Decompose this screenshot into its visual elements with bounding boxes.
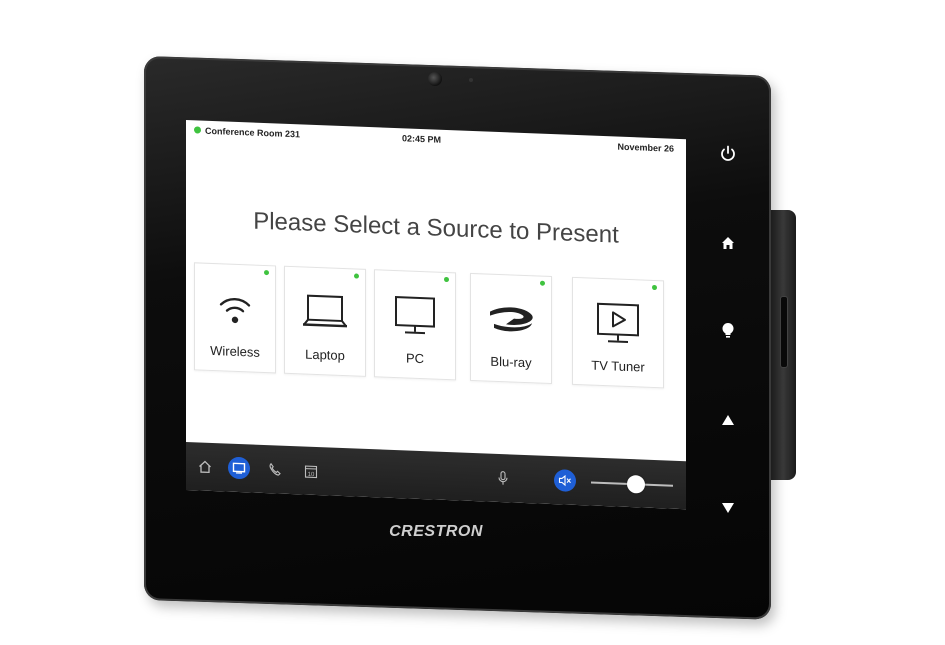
volume-slider-knob[interactable] <box>627 474 646 494</box>
touch-screen: Conference Room 231 02:45 PM November 26… <box>186 120 686 510</box>
phone-icon <box>269 462 281 476</box>
wifi-icon <box>219 297 251 324</box>
microphone-button[interactable] <box>492 467 514 490</box>
home-button[interactable] <box>194 455 216 478</box>
arrow-up-icon <box>722 415 734 425</box>
light-sensor <box>469 78 473 82</box>
source-label: PC <box>405 350 425 367</box>
source-status-dot <box>540 280 545 286</box>
lightbulb-icon <box>722 323 734 338</box>
lights-hardkey[interactable] <box>717 320 739 342</box>
monitor-icon <box>395 296 435 335</box>
bluray-icon <box>490 307 533 332</box>
source-status-dot <box>652 284 657 291</box>
mute-icon <box>558 474 571 487</box>
source-status-dot <box>354 273 359 279</box>
source-label: Blu-ray <box>490 353 532 371</box>
display-button[interactable] <box>228 456 250 480</box>
side-slot <box>780 296 788 368</box>
tv-icon <box>597 302 639 343</box>
brand-logo: CRESTRON <box>389 523 483 540</box>
phone-button[interactable] <box>264 458 286 481</box>
down-hardkey[interactable] <box>717 497 739 519</box>
calendar-button[interactable]: 10 <box>300 459 322 482</box>
source-label: TV Tuner <box>591 357 645 375</box>
source-tile-wireless[interactable]: Wireless <box>194 262 276 374</box>
photo-stage: CRESTRON Conference Room 231 02:45 PM No… <box>0 0 945 645</box>
microphone-icon <box>498 471 508 485</box>
power-hardkey[interactable] <box>717 143 739 165</box>
display-icon <box>232 462 246 474</box>
calendar-day: 10 <box>308 471 315 477</box>
source-label: Laptop <box>305 346 345 364</box>
mute-button[interactable] <box>554 469 576 492</box>
calendar-icon: 10 <box>304 465 318 478</box>
source-tile-tv-tuner[interactable]: TV Tuner <box>572 276 664 389</box>
power-icon <box>721 145 735 161</box>
date: November 26 <box>617 141 674 154</box>
source-label: Wireless <box>210 342 260 360</box>
source-tile-bluray[interactable]: Blu-ray <box>470 272 552 385</box>
source-tile-pc[interactable]: PC <box>374 269 456 381</box>
source-status-dot <box>264 269 269 276</box>
page-title: Please Select a Source to Present <box>253 207 619 249</box>
home-icon <box>199 460 211 474</box>
source-tile-laptop[interactable]: Laptop <box>284 265 366 377</box>
camera-lens <box>428 72 442 86</box>
online-status-dot <box>194 126 201 134</box>
arrow-down-icon <box>722 503 734 513</box>
laptop-icon <box>303 294 347 328</box>
up-hardkey[interactable] <box>717 409 739 431</box>
room-name: Conference Room 231 <box>205 125 301 140</box>
clock: 02:45 PM <box>402 133 442 145</box>
home-icon <box>722 237 734 249</box>
home-hardkey[interactable] <box>717 232 739 254</box>
source-status-dot <box>444 276 449 283</box>
